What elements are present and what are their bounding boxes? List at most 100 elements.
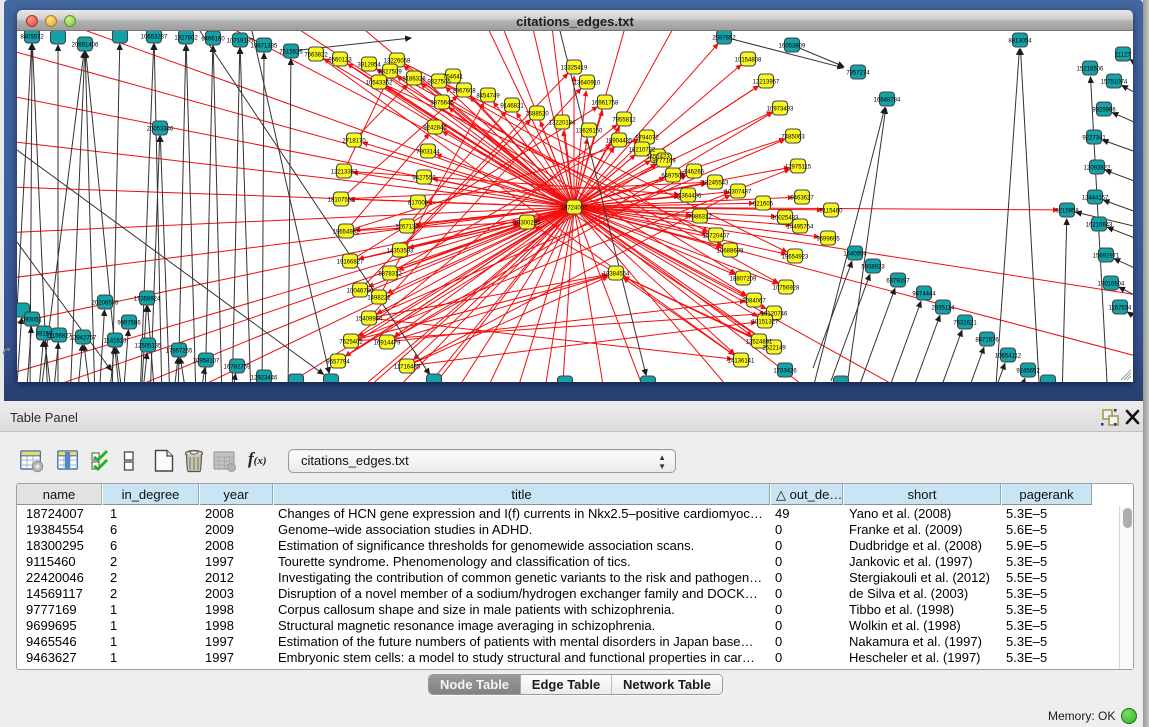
svg-text:7515526: 7515526	[279, 49, 303, 55]
svg-text:1141513: 1141513	[104, 338, 128, 344]
svg-text:6379197: 6379197	[886, 278, 910, 284]
svg-text:16648784: 16648784	[874, 97, 901, 103]
svg-text:17359924: 17359924	[134, 296, 161, 302]
svg-text:15751074: 15751074	[1101, 79, 1128, 85]
svg-text:16210722: 16210722	[629, 147, 656, 153]
svg-text:10688609: 10688609	[717, 248, 744, 254]
svg-text:7625402: 7625402	[339, 339, 363, 345]
svg-text:3912954: 3912954	[357, 62, 381, 68]
svg-text:14495754: 14495754	[787, 224, 814, 230]
svg-text:10653287: 10653287	[141, 34, 168, 40]
svg-text:7632621: 7632621	[953, 320, 977, 326]
svg-text:9427552: 9427552	[412, 175, 436, 181]
svg-text:10654112: 10654112	[995, 353, 1022, 359]
svg-text:18807209: 18807209	[730, 276, 757, 282]
svg-text:19166827: 19166827	[337, 259, 364, 265]
svg-text:13640910: 13640910	[574, 80, 601, 86]
svg-text:9329966: 9329966	[1092, 107, 1116, 113]
svg-text:19654982: 19654982	[333, 229, 360, 235]
svg-text:1167534: 1167534	[1109, 305, 1133, 311]
svg-text:3875645: 3875645	[430, 100, 454, 106]
svg-text:2718170: 2718170	[342, 138, 366, 144]
svg-text:15692971: 15692971	[1093, 253, 1120, 259]
svg-text:15409944: 15409944	[356, 316, 383, 322]
svg-text:10671385: 10671385	[251, 43, 278, 49]
svg-text:2967608: 2967608	[452, 88, 476, 94]
svg-text:8405572: 8405572	[20, 34, 44, 40]
svg-text:9146821: 9146821	[500, 103, 524, 109]
svg-text:8813054: 8813054	[1008, 38, 1032, 44]
svg-text:9215958: 9215958	[1055, 208, 1079, 214]
svg-text:7663822: 7663822	[304, 52, 328, 58]
svg-text:10307487: 10307487	[725, 189, 752, 195]
svg-text:12975115: 12975115	[785, 164, 812, 170]
svg-text:12942757: 12942757	[70, 335, 97, 341]
svg-text:14136141: 14136141	[728, 358, 755, 364]
svg-text:9115460: 9115460	[820, 208, 844, 214]
svg-text:593051: 593051	[22, 317, 43, 323]
svg-text:20206576: 20206576	[92, 300, 119, 306]
svg-text:21364436: 21364436	[675, 193, 702, 199]
svg-text:7485063: 7485063	[781, 134, 805, 140]
svg-text:2522149: 2522149	[762, 345, 786, 351]
svg-text:3267130: 3267130	[395, 224, 419, 230]
svg-text:2935114: 2935114	[932, 305, 956, 311]
svg-text:8186328: 8186328	[402, 76, 426, 82]
svg-text:12213363: 12213363	[331, 169, 358, 175]
svg-text:14353593: 14353593	[387, 248, 414, 254]
svg-text:2087652: 2087652	[712, 35, 736, 41]
svg-text:5878312: 5878312	[378, 271, 402, 277]
svg-text:13245543: 13245543	[702, 180, 729, 186]
svg-text:10151327: 10151327	[752, 319, 779, 325]
svg-text:18107552: 18107552	[328, 197, 355, 203]
svg-text:11716485: 11716485	[394, 364, 421, 370]
svg-text:16210643: 16210643	[1086, 222, 1113, 228]
svg-text:9997586: 9997586	[117, 320, 141, 326]
svg-text:10154808: 10154808	[735, 57, 762, 63]
svg-text:17016504: 17016504	[1098, 281, 1125, 287]
svg-text:621605: 621605	[753, 201, 774, 207]
svg-text:12444157: 12444157	[1082, 195, 1109, 201]
svg-text:18300295: 18300295	[514, 220, 541, 226]
svg-text:12505135: 12505135	[135, 343, 162, 349]
svg-text:17957255: 17957255	[166, 348, 193, 354]
svg-text:13226058: 13226058	[384, 58, 411, 64]
svg-text:8466160: 8466160	[201, 36, 225, 42]
svg-text:16782759: 16782759	[224, 364, 251, 370]
svg-text:15720407: 15720407	[703, 233, 730, 239]
svg-text:8660123: 8660123	[328, 57, 352, 63]
svg-text:20691406: 20691406	[72, 42, 99, 48]
svg-text:18724007: 18724007	[561, 205, 588, 211]
svg-text:9327505: 9327505	[427, 79, 451, 85]
svg-text:10973493: 10973493	[767, 106, 794, 112]
svg-text:12213967: 12213967	[753, 79, 780, 85]
svg-text:1733426: 1733426	[773, 368, 797, 374]
svg-text:10543362: 10543362	[366, 80, 393, 86]
svg-text:5938923: 5938923	[861, 264, 885, 270]
svg-text:9474444: 9474444	[912, 291, 936, 297]
svg-text:9327509: 9327509	[378, 69, 402, 75]
svg-text:12093822: 12093822	[1084, 165, 1111, 171]
svg-text:1327602: 1327602	[174, 35, 198, 41]
svg-text:9245652: 9245652	[1016, 368, 1040, 374]
svg-text:16914479: 16914479	[374, 340, 401, 346]
svg-text:10046786: 10046786	[347, 288, 374, 294]
svg-text:13220134: 13220134	[549, 120, 576, 126]
svg-text:15218506: 15218506	[1077, 66, 1104, 72]
svg-text:16120746: 16120746	[761, 311, 788, 317]
svg-text:746266: 746266	[684, 169, 705, 175]
svg-text:7955812: 7955812	[612, 117, 636, 123]
svg-text:1640954: 1640954	[843, 251, 867, 257]
svg-text:1498222: 1498222	[367, 295, 391, 301]
svg-text:16053809: 16053809	[779, 43, 806, 49]
svg-text:9463627: 9463627	[790, 195, 814, 201]
svg-text:16961758: 16961758	[592, 100, 619, 106]
svg-text:12923446: 12923446	[251, 375, 278, 381]
svg-text:13325419: 13325419	[561, 65, 588, 71]
svg-text:8454749: 8454749	[476, 93, 500, 99]
svg-text:7588520: 7588520	[525, 111, 549, 117]
svg-text:10025483: 10025483	[772, 215, 799, 221]
svg-text:817006: 817006	[408, 200, 429, 206]
svg-text:8471676: 8471676	[975, 337, 999, 343]
svg-text:11156827: 11156827	[46, 333, 72, 339]
